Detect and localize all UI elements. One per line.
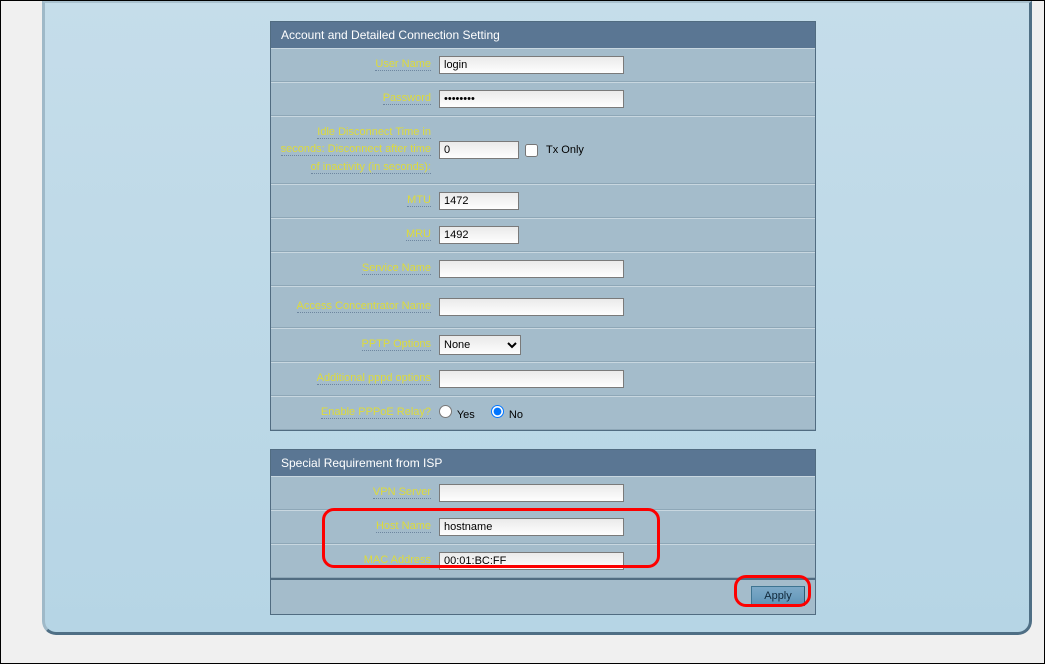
password-label: Password: [383, 92, 431, 105]
row-mac: MAC Address: [271, 544, 815, 578]
account-section-header: Account and Detailed Connection Setting: [271, 22, 815, 48]
form-area: Account and Detailed Connection Setting …: [270, 21, 816, 615]
isp-section: Special Requirement from ISP VPN Server …: [270, 449, 816, 579]
mru-label: MRU: [406, 228, 431, 241]
mtu-label: MTU: [407, 194, 431, 207]
service-name-label: Service Name: [362, 262, 431, 275]
row-mru: MRU: [271, 218, 815, 252]
main-panel: Account and Detailed Connection Setting …: [42, 1, 1032, 635]
vpn-label: VPN Server: [373, 486, 431, 499]
relay-no-option[interactable]: No: [491, 405, 523, 421]
row-ac-name: Access Concentrator Name: [271, 286, 815, 328]
ac-name-label: Access Concentrator Name: [297, 300, 432, 313]
relay-yes-option[interactable]: Yes: [439, 405, 475, 421]
row-pptp: PPTP Options None: [271, 328, 815, 362]
row-mtu: MTU: [271, 184, 815, 218]
idle-input[interactable]: [439, 141, 519, 159]
row-idle: Idle Disconnect Time in seconds: Disconn…: [271, 116, 815, 184]
apply-button[interactable]: Apply: [751, 586, 805, 606]
pptp-select[interactable]: None: [439, 335, 521, 355]
relay-no-radio[interactable]: [491, 405, 504, 418]
user-name-input[interactable]: [439, 56, 624, 74]
pptp-label: PPTP Options: [362, 338, 432, 351]
button-bar: Apply: [270, 579, 816, 615]
row-password: Password: [271, 82, 815, 116]
host-label: Host Name: [376, 520, 431, 533]
ac-name-input[interactable]: [439, 298, 624, 316]
tx-only-label: Tx Only: [546, 144, 584, 156]
pppd-label: Additional pppd options: [317, 372, 431, 385]
mtu-input[interactable]: [439, 192, 519, 210]
mac-label: MAC Address: [364, 554, 431, 567]
user-name-label: User Name: [375, 58, 431, 71]
password-input[interactable]: [439, 90, 624, 108]
vpn-input[interactable]: [439, 484, 624, 502]
idle-label: Idle Disconnect Time in seconds: Disconn…: [281, 126, 431, 173]
row-user-name: User Name: [271, 48, 815, 82]
row-relay: Enable PPPoE Relay? Yes No: [271, 396, 815, 430]
account-section: Account and Detailed Connection Setting …: [270, 21, 816, 431]
row-pppd: Additional pppd options: [271, 362, 815, 396]
pppd-input[interactable]: [439, 370, 624, 388]
row-service-name: Service Name: [271, 252, 815, 286]
host-input[interactable]: [439, 518, 624, 536]
isp-section-header: Special Requirement from ISP: [271, 450, 815, 476]
row-host: Host Name: [271, 510, 815, 544]
relay-label: Enable PPPoE Relay?: [321, 406, 431, 419]
relay-yes-radio[interactable]: [439, 405, 452, 418]
service-name-input[interactable]: [439, 260, 624, 278]
row-vpn: VPN Server: [271, 476, 815, 510]
tx-only-checkbox[interactable]: [525, 144, 538, 157]
mru-input[interactable]: [439, 226, 519, 244]
mac-input[interactable]: [439, 552, 624, 570]
